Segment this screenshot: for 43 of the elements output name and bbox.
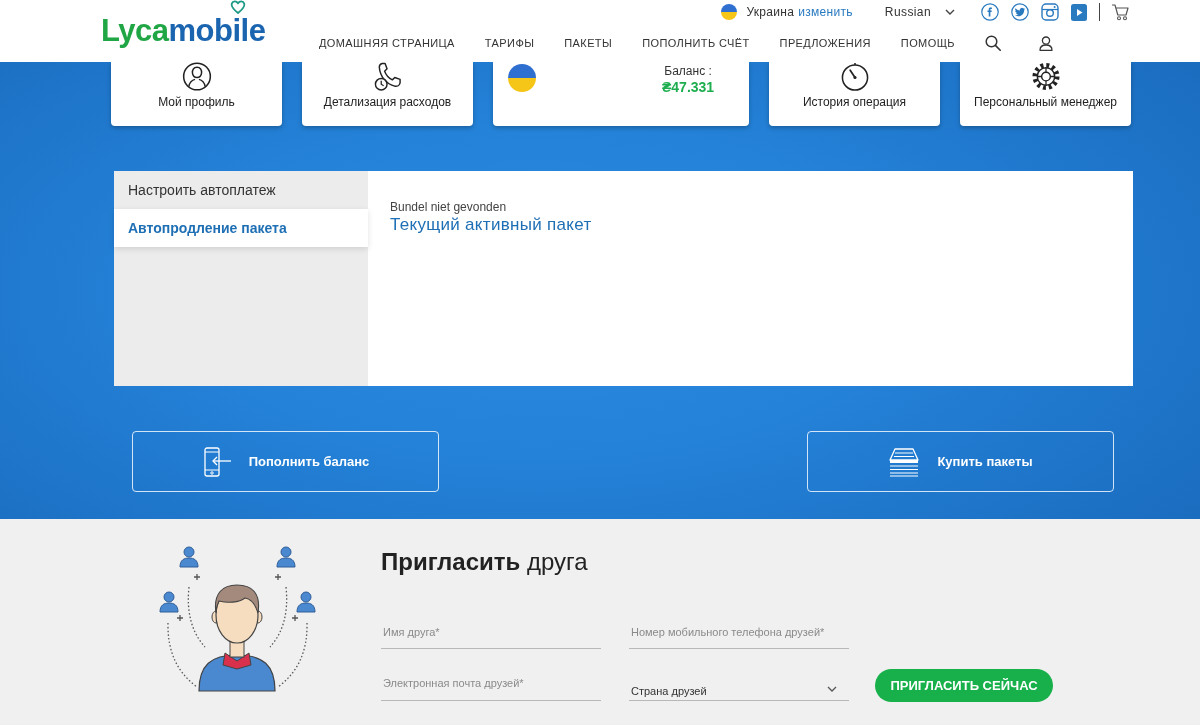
user-icon[interactable] bbox=[1038, 35, 1053, 51]
phone-arrow-icon bbox=[201, 446, 232, 477]
flag-icon bbox=[508, 64, 536, 92]
stopwatch-icon bbox=[839, 62, 870, 91]
menu-card[interactable]: Детализация расходов bbox=[302, 62, 473, 126]
country-label: Украина bbox=[746, 5, 795, 19]
chevron-down-icon bbox=[945, 9, 955, 15]
input-field[interactable]: Имя друга* bbox=[381, 619, 601, 649]
nav-link[interactable]: ПОМОЩЬ bbox=[900, 37, 955, 49]
balance-amount: ₴47.331 bbox=[662, 78, 715, 96]
twitter-icon[interactable] bbox=[1011, 3, 1029, 21]
invite-heading: Пригласить друга bbox=[381, 547, 589, 577]
cart-icon[interactable] bbox=[1111, 3, 1129, 21]
input-field[interactable]: Номер мобильного телефона друзей* bbox=[629, 619, 849, 649]
heart-icon bbox=[230, 0, 246, 14]
language-select[interactable]: Russian bbox=[884, 5, 955, 19]
profile-icon bbox=[181, 62, 212, 91]
youtube-icon[interactable] bbox=[1071, 3, 1087, 21]
chevron-down-icon bbox=[827, 685, 837, 692]
side-tab[interactable]: Настроить автоплатеж bbox=[114, 171, 368, 209]
nav-link[interactable]: ПОПОЛНИТЬ СЧЁТ bbox=[642, 37, 750, 49]
nav-link[interactable]: ПАКЕТЫ bbox=[564, 37, 613, 49]
menu-card[interactable]: История операция bbox=[769, 62, 940, 126]
nav-link[interactable]: ТАРИФЫ bbox=[484, 37, 535, 49]
logo[interactable]: Lycamobile bbox=[101, 15, 266, 46]
change-link[interactable]: изменить bbox=[798, 5, 853, 19]
balance-label: Баланс : bbox=[664, 64, 712, 78]
search-icon[interactable] bbox=[984, 35, 1001, 51]
input-field[interactable]: Электронная почта друзей* bbox=[381, 670, 601, 701]
menu-card[interactable]: Мой профиль bbox=[111, 62, 282, 126]
stack-icon bbox=[888, 446, 921, 477]
action-button[interactable]: Пополнить баланс bbox=[132, 431, 439, 492]
facebook-icon[interactable] bbox=[981, 3, 999, 21]
nav-link[interactable]: ПРЕДЛОЖЕНИЯ bbox=[779, 37, 871, 49]
instagram-icon[interactable] bbox=[1041, 3, 1059, 21]
flag-icon bbox=[721, 4, 738, 20]
package-title: Текущий активный пакет bbox=[390, 214, 592, 236]
side-tab[interactable]: Автопродление пакета bbox=[114, 209, 368, 247]
country-select[interactable]: Страна друзей bbox=[629, 670, 849, 701]
menu-card[interactable]: Персональный менеджер bbox=[960, 62, 1131, 126]
action-button[interactable]: Купить пакеты bbox=[807, 431, 1114, 492]
nav-link[interactable]: ДОМАШНЯЯ СТРАНИЦА bbox=[319, 37, 455, 49]
status-text: Bundel niet gevonden bbox=[390, 200, 507, 214]
